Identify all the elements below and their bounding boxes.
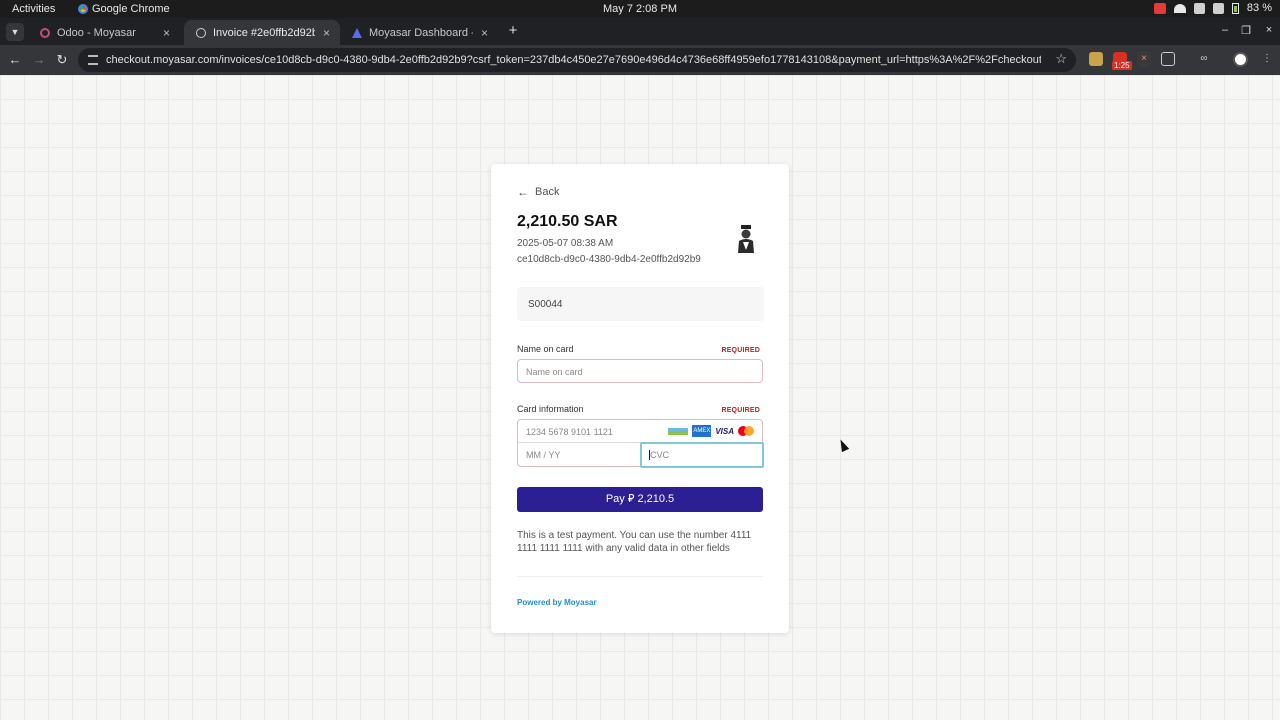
card-information-group: 1234 5678 9101 1121 mada AMEX VISA MM / … bbox=[517, 419, 764, 468]
battery-icon bbox=[1231, 2, 1239, 14]
close-icon[interactable]: × bbox=[323, 26, 330, 40]
arrow-left-icon: ← bbox=[517, 185, 529, 199]
name-on-card-input[interactable]: Name on card bbox=[517, 359, 763, 383]
powered-by-link[interactable]: Powered by Moyasar bbox=[517, 598, 597, 607]
profile-avatar[interactable] bbox=[1233, 52, 1248, 67]
card-brands: mada AMEX VISA bbox=[668, 425, 754, 437]
card-number-input[interactable]: 1234 5678 9101 1121 mada AMEX VISA bbox=[518, 420, 762, 443]
tab-strip: ▼ Odoo - Moyasar × Invoice #2e0ffb2d92b9… bbox=[0, 18, 1280, 45]
invoice-date: 2025-05-07 08:38 AM bbox=[517, 238, 614, 249]
reload-icon[interactable]: ↻ bbox=[53, 51, 71, 69]
mada-icon: mada bbox=[668, 427, 689, 435]
globe-icon bbox=[196, 27, 206, 38]
back-link[interactable]: ← Back bbox=[517, 185, 559, 199]
invoice-description: S00044 bbox=[517, 287, 764, 321]
minimize-icon[interactable]: – bbox=[1218, 24, 1232, 36]
card-required-badge: REQUIRED bbox=[721, 407, 760, 414]
forward-arrow-icon[interactable]: → bbox=[30, 51, 48, 69]
checkout-card: ← Back 2,210.50 SAR 2025-05-07 08:38 AM … bbox=[491, 164, 789, 633]
tab-search-icon[interactable]: ▼ bbox=[6, 23, 24, 41]
pay-button[interactable]: Pay ⃁ 2,210.5 bbox=[517, 487, 763, 512]
extension-icon[interactable] bbox=[1089, 52, 1103, 66]
bookmark-star-icon[interactable]: ☆ bbox=[1055, 51, 1067, 67]
tab-invoice[interactable]: Invoice #2e0ffb2d92b9 × bbox=[184, 20, 340, 45]
tab-odoo[interactable]: Odoo - Moyasar × bbox=[28, 20, 180, 45]
tab-label: Invoice #2e0ffb2d92b9 bbox=[213, 26, 315, 39]
tab-label: Moyasar Dashboard - bbox=[369, 26, 473, 39]
close-extension-icon[interactable]: × bbox=[1137, 52, 1151, 66]
invoice-amount: 2,210.50 SAR bbox=[517, 213, 618, 230]
address-bar[interactable]: checkout.moyasar.com/invoices/ce10d8cb-d… bbox=[78, 48, 1076, 72]
tab-moyasar-dashboard[interactable]: Moyasar Dashboard - × bbox=[340, 20, 498, 45]
odoo-icon bbox=[40, 27, 50, 38]
close-window-icon[interactable]: × bbox=[1262, 24, 1276, 36]
mastercard-icon bbox=[738, 426, 754, 436]
menu-kebab-icon[interactable]: ⋮ bbox=[1260, 52, 1274, 66]
microphone-icon bbox=[1212, 2, 1224, 14]
visa-icon: VISA bbox=[715, 426, 734, 436]
wifi-icon bbox=[1173, 3, 1186, 13]
expiry-input[interactable]: MM / YY bbox=[518, 444, 640, 466]
card-number-placeholder: 1234 5678 9101 1121 bbox=[526, 427, 613, 437]
new-tab-icon[interactable]: + bbox=[505, 22, 521, 39]
tab-label: Odoo - Moyasar bbox=[57, 26, 136, 39]
close-icon[interactable]: × bbox=[163, 26, 170, 40]
cvc-placeholder: CVC bbox=[650, 450, 670, 460]
volume-icon bbox=[1193, 2, 1205, 14]
screen-record-icon[interactable] bbox=[1153, 2, 1166, 14]
invoice-id: ce10d8cb-d9c0-4380-9db4-2e0ffb2d92b9 bbox=[517, 254, 701, 265]
test-payment-note: This is a test payment. You can use the … bbox=[517, 530, 752, 554]
browser-toolbar: ← → ↻ checkout.moyasar.com/invoices/ce10… bbox=[0, 45, 1280, 75]
site-info-icon[interactable] bbox=[88, 55, 98, 65]
extension-badge: 1:25 bbox=[1112, 61, 1132, 70]
system-tray[interactable]: 83 % bbox=[1153, 2, 1272, 14]
card-information-label: Card information bbox=[517, 404, 584, 414]
url-text[interactable]: checkout.moyasar.com/invoices/ce10d8cb-d… bbox=[106, 54, 1041, 66]
name-required-badge: REQUIRED bbox=[721, 347, 760, 354]
back-arrow-icon[interactable]: ← bbox=[6, 51, 24, 69]
os-top-bar: Activities Google Chrome May 7 2:08 PM 8… bbox=[0, 0, 1280, 18]
puzzle-icon[interactable] bbox=[1161, 52, 1175, 66]
amex-icon: AMEX bbox=[692, 425, 712, 437]
back-label: Back bbox=[535, 186, 560, 198]
close-icon[interactable]: × bbox=[481, 26, 488, 40]
cvc-input[interactable]: CVC bbox=[640, 442, 764, 468]
clock[interactable]: May 7 2:08 PM bbox=[0, 3, 1280, 15]
battery-percent: 83 % bbox=[1246, 2, 1272, 14]
link-icon[interactable]: ∞ bbox=[1197, 52, 1211, 66]
divider bbox=[517, 576, 763, 577]
merchant-logo bbox=[738, 225, 754, 253]
moyasar-icon bbox=[352, 27, 362, 38]
name-on-card-label: Name on card bbox=[517, 344, 574, 354]
restore-icon[interactable]: ❐ bbox=[1239, 24, 1253, 37]
